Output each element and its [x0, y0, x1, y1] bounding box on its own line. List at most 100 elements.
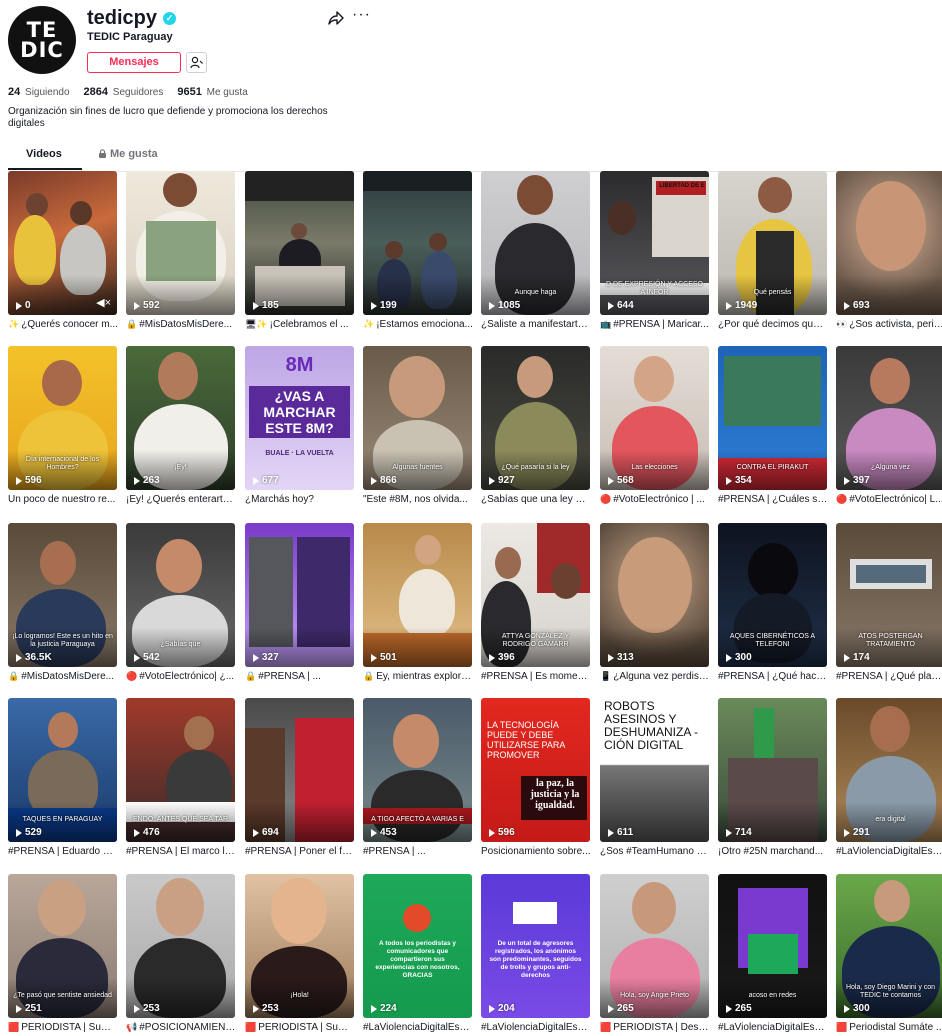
- share-icon[interactable]: [328, 10, 344, 26]
- video-thumbnail[interactable]: ¿Alguna vez 397: [836, 346, 942, 490]
- video-caption[interactable]: 🟥 Periodistal Sumáte ...: [836, 1022, 942, 1033]
- video-caption[interactable]: 🔒 #MisDatosMisDere...: [8, 671, 118, 682]
- video-thumbnail[interactable]: Hola, soy Diego Marini y con TEDIC te co…: [836, 874, 942, 1018]
- video-caption[interactable]: 📺 #PRENSA | Maricar...: [600, 319, 710, 330]
- video-caption[interactable]: 📱 ¿Alguna vez perdiste...: [600, 671, 710, 682]
- video-caption[interactable]: ✨ ¿Querés conocer m...: [8, 319, 118, 330]
- video-thumbnail[interactable]: A todos los periodistas y comunicadores …: [363, 874, 472, 1018]
- follow-user-button[interactable]: [186, 52, 207, 73]
- video-thumbnail[interactable]: 185: [245, 171, 354, 315]
- video-caption[interactable]: #PRENSA | ¿Qué hace...: [718, 671, 828, 682]
- video-card[interactable]: ¿Qué pasaría si la ley 927 ¿Sabías que una…: [481, 346, 591, 516]
- video-card[interactable]: 694 #PRENSA | Poner el fo...: [245, 698, 355, 868]
- video-caption[interactable]: 🖥✨ ¡Celebramos el ...: [245, 319, 355, 330]
- video-thumbnail[interactable]: 592: [126, 171, 235, 315]
- video-card[interactable]: 199 ✨ ¡Estamos emociona...: [363, 171, 473, 341]
- video-caption[interactable]: #LaViolenciaDigitalEsR...: [836, 846, 942, 857]
- muted-speaker-icon[interactable]: ◀×: [96, 296, 111, 309]
- video-card[interactable]: ATOS POSTERGAN TRATAMIENTO 174 #PRENSA | ¿…: [836, 523, 942, 693]
- video-thumbnail[interactable]: ¡Ey! 263: [126, 346, 235, 490]
- video-card[interactable]: CONTRA EL PIRAKUT 354 #PRENSA | ¿Cuáles so…: [718, 346, 828, 516]
- video-card[interactable]: ENDO: ANTES QUE SEA TAR 476 #PRENSA | El m…: [126, 698, 236, 868]
- video-card[interactable]: 313 📱 ¿Alguna vez perdiste...: [600, 523, 710, 693]
- video-card[interactable]: Día internacional de los Hombres? 596 Un p…: [8, 346, 117, 516]
- video-caption[interactable]: #LaViolenciaDigitalEsR...: [718, 1022, 828, 1033]
- video-caption[interactable]: 🟥 PERIODISTA | Desc...: [600, 1022, 710, 1033]
- following-stat[interactable]: 24 Siguiendo: [8, 86, 70, 98]
- video-thumbnail[interactable]: ATOS POSTERGAN TRATAMIENTO 174: [836, 523, 942, 667]
- video-thumbnail[interactable]: 313: [600, 523, 709, 667]
- video-thumbnail[interactable]: LIBERTAD DE E D DE EXPRESIÓN Y ACCESO A I…: [600, 171, 709, 315]
- tab-likes[interactable]: Me gusta: [98, 148, 158, 160]
- video-card[interactable]: Hola, soy Diego Marini y con TEDIC te co…: [836, 874, 942, 1036]
- video-caption[interactable]: #PRENSA | El marco le...: [126, 846, 236, 857]
- video-caption[interactable]: #PRENSA | ...: [363, 846, 473, 857]
- video-caption[interactable]: 🟥 PERIODISTA | Sumá...: [245, 1022, 355, 1033]
- video-thumbnail[interactable]: De un total de agresores registrados, lo…: [481, 874, 590, 1018]
- video-thumbnail[interactable]: ¡Lo logramos! Este es un hito en la just…: [8, 523, 117, 667]
- video-card[interactable]: ¡Ey! 263 ¡Ey! ¿Querés enterarte ...: [126, 346, 236, 516]
- video-caption[interactable]: ✨ ¡Estamos emociona...: [363, 319, 473, 330]
- video-card[interactable]: AQUES CIBERNÉTICOS A TELEFONI 300 #PRENSA …: [718, 523, 828, 693]
- video-caption[interactable]: ¡Otro #25N marchand...: [718, 846, 828, 857]
- video-card[interactable]: A todos los periodistas y comunicadores …: [363, 874, 473, 1036]
- video-card[interactable]: A TIGO AFECTÓ A VARIAS E 453 #PRENSA | ...: [363, 698, 472, 868]
- video-card[interactable]: 501 🔒 Ey, mientras explora...: [363, 523, 473, 693]
- video-card[interactable]: 253 📢 #POSICIONAMIENT...: [126, 874, 236, 1036]
- video-thumbnail[interactable]: ROBOTS ASESINOS Y DESHUMANIZA - CIÓN DIG…: [600, 698, 709, 842]
- video-caption[interactable]: Un poco de nuestro re...: [8, 494, 118, 505]
- video-caption[interactable]: 📢 #POSICIONAMIENT...: [126, 1022, 236, 1033]
- video-card[interactable]: TAQUES EN PARAGUAY 529 #PRENSA | Eduardo C…: [8, 698, 118, 868]
- video-card[interactable]: 185 🖥✨ ¡Celebramos el ...: [245, 171, 354, 341]
- video-thumbnail[interactable]: Las elecciones 568: [600, 346, 709, 490]
- video-thumbnail[interactable]: ENDO: ANTES QUE SEA TAR 476: [126, 698, 235, 842]
- video-caption[interactable]: 🔴 #VotoElectrónico | ...: [600, 494, 710, 505]
- video-caption[interactable]: 🔒 Ey, mientras explora...: [363, 671, 473, 682]
- video-caption[interactable]: #PRENSA | Eduardo Ca...: [8, 846, 118, 857]
- video-caption[interactable]: ¿Por qué decimos que ...: [718, 319, 828, 330]
- video-card[interactable]: 327 🔒 #PRENSA | ...: [245, 523, 354, 693]
- video-card[interactable]: ¿Alguna vez 397 🔴 #VotoElectrónico| L...: [836, 346, 942, 516]
- video-caption[interactable]: ¿Saliste a manifestarte...: [481, 319, 591, 330]
- video-thumbnail[interactable]: Hola, soy Angie Prieto 265: [600, 874, 709, 1018]
- video-card[interactable]: ¿Sabías que 542 🔴 #VotoElectrónico| ¿...: [126, 523, 235, 693]
- tab-videos[interactable]: Videos: [26, 148, 62, 160]
- video-caption[interactable]: ¿Marchás hoy?: [245, 494, 355, 505]
- video-thumbnail[interactable]: Algunas fuentes 866: [363, 346, 472, 490]
- video-thumbnail[interactable]: Qué pensás 1949: [718, 171, 827, 315]
- video-card[interactable]: acoso en redes 265 #LaViolenciaDigitalEsR.…: [718, 874, 828, 1036]
- video-card[interactable]: Las elecciones 568 🔴 #VotoElectrónico | ...: [600, 346, 709, 516]
- video-thumbnail[interactable]: ¿Te pasó que sentiste ansiedad 251: [8, 874, 117, 1018]
- video-caption[interactable]: 🔒 #MisDatosMisDere...: [126, 319, 236, 330]
- video-card[interactable]: 592 🔒 #MisDatosMisDere...: [126, 171, 235, 341]
- video-thumbnail[interactable]: acoso en redes 265: [718, 874, 827, 1018]
- video-caption[interactable]: ¿Sabías que una ley pa...: [481, 494, 591, 505]
- video-thumbnail[interactable]: Día internacional de los Hombres? 596: [8, 346, 117, 490]
- video-caption[interactable]: 👀 ¿Sos activista, perio...: [836, 319, 942, 330]
- video-caption[interactable]: #PRENSA | ¿Qué plant...: [836, 671, 942, 682]
- video-caption[interactable]: #PRENSA | Es moment...: [481, 671, 591, 682]
- more-options-icon[interactable]: ···: [352, 6, 371, 24]
- video-caption[interactable]: 🔒 #PRENSA | ...: [245, 671, 355, 682]
- followers-stat[interactable]: 2864 Seguidores: [84, 86, 164, 98]
- video-card[interactable]: 0 ◀× ✨ ¿Querés conocer m...: [8, 171, 118, 341]
- video-thumbnail[interactable]: TAQUES EN PARAGUAY 529: [8, 698, 117, 842]
- video-thumbnail[interactable]: ¡Hola! 253: [245, 874, 354, 1018]
- video-thumbnail[interactable]: 327: [245, 523, 354, 667]
- video-card[interactable]: Aunque haga 1085 ¿Saliste a manifestarte..…: [481, 171, 591, 341]
- video-thumbnail[interactable]: 693: [836, 171, 942, 315]
- video-caption[interactable]: Posicionamiento sobre...: [481, 846, 591, 857]
- video-card[interactable]: Hola, soy Angie Prieto 265 🟥 PERIODISTA | D…: [600, 874, 710, 1036]
- video-thumbnail[interactable]: A TIGO AFECTÓ A VARIAS E 453: [363, 698, 472, 842]
- video-caption[interactable]: 🟥 PERIODISTA | Sumá...: [8, 1022, 118, 1033]
- video-caption[interactable]: "Este #8M, nos olvida...: [363, 494, 473, 505]
- video-card[interactable]: De un total de agresores registrados, lo…: [481, 874, 591, 1036]
- video-caption[interactable]: #PRENSA | ¿Cuáles so...: [718, 494, 828, 505]
- video-thumbnail[interactable]: Aunque haga 1085: [481, 171, 590, 315]
- message-button[interactable]: Mensajes: [87, 52, 181, 73]
- video-caption[interactable]: ¿Sos #TeamHumano o ...: [600, 846, 710, 857]
- video-card[interactable]: ATTYA GONZÁLEZ Y RODRIGO GAMARR 396 #PRENS…: [481, 523, 591, 693]
- video-thumbnail[interactable]: ¿Sabías que 542: [126, 523, 235, 667]
- video-caption[interactable]: ¡Ey! ¿Querés enterarte ...: [126, 494, 236, 505]
- video-caption[interactable]: #PRENSA | Poner el fo...: [245, 846, 355, 857]
